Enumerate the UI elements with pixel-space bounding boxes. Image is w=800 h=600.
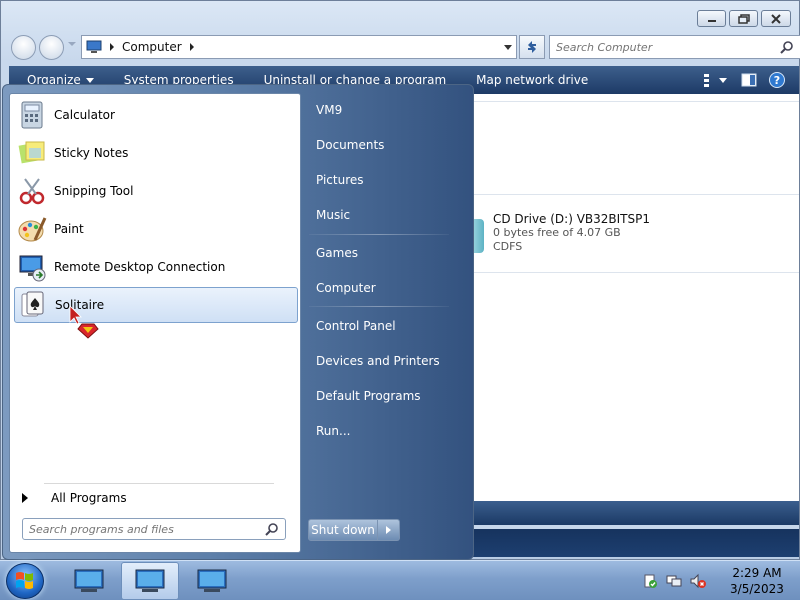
monitor-icon: [197, 569, 227, 592]
start-item-documents[interactable]: Documents: [316, 138, 384, 152]
map-network-drive-button[interactable]: Map network drive: [476, 73, 588, 87]
monitor-icon: [135, 569, 165, 592]
divider: [469, 194, 799, 195]
program-snipping-tool[interactable]: Snipping Tool: [14, 173, 298, 209]
caption-buttons: [697, 10, 791, 27]
divider: [469, 272, 799, 273]
start-item-user[interactable]: VM9: [316, 103, 342, 117]
start-item-devices-printers[interactable]: Devices and Printers: [316, 354, 440, 368]
taskbar-app-1[interactable]: [60, 562, 118, 600]
playing-card-icon: [21, 291, 44, 317]
start-menu: Calculator Sticky Notes Snipping Tool Pa…: [2, 84, 474, 560]
start-item-run[interactable]: Run...: [316, 424, 350, 438]
maximize-icon: [737, 13, 750, 24]
scissors-icon: [19, 178, 45, 205]
minimize-button[interactable]: [697, 10, 726, 27]
search-icon[interactable]: [265, 522, 279, 536]
all-programs-label: All Programs: [51, 491, 127, 505]
start-item-control-panel[interactable]: Control Panel: [316, 319, 396, 333]
program-solitaire[interactable]: Solitaire: [14, 287, 298, 323]
sticky-notes-icon: [18, 141, 45, 164]
action-center-icon[interactable]: [642, 573, 658, 589]
start-search-box[interactable]: [22, 518, 286, 540]
divider: [44, 483, 274, 484]
cd-drive-item[interactable]: CD Drive (D:) VB32BITSP1 0 bytes free of…: [493, 212, 650, 254]
close-button[interactable]: [761, 10, 791, 27]
minimize-icon: [707, 19, 716, 22]
start-item-music[interactable]: Music: [316, 208, 350, 222]
cursor-icon: [69, 305, 99, 339]
volume-muted-icon[interactable]: [690, 573, 706, 589]
address-bar[interactable]: Computer: [81, 35, 517, 59]
refresh-button[interactable]: [519, 35, 545, 59]
shutdown-options-button[interactable]: [378, 519, 400, 541]
divider: [309, 306, 449, 307]
all-programs-button[interactable]: All Programs: [18, 488, 127, 508]
maximize-button[interactable]: [729, 10, 758, 27]
chevron-down-icon: [85, 77, 94, 83]
view-controls: ?: [703, 72, 785, 88]
program-paint[interactable]: Paint: [14, 211, 298, 247]
back-button[interactable]: [11, 35, 36, 60]
program-remote-desktop[interactable]: Remote Desktop Connection: [14, 249, 298, 285]
start-button[interactable]: [6, 563, 44, 599]
palette-icon: [18, 217, 47, 242]
program-label: Snipping Tool: [54, 184, 134, 198]
monitor-icon: [74, 569, 104, 592]
view-options-icon[interactable]: [703, 73, 729, 87]
start-item-computer[interactable]: Computer: [316, 281, 376, 295]
taskbar-app-3[interactable]: [183, 562, 241, 600]
calculator-icon: [21, 101, 43, 129]
search-icon[interactable]: [780, 40, 794, 54]
address-dropdown-icon[interactable]: [504, 45, 512, 50]
recent-pages-dropdown[interactable]: [68, 42, 76, 46]
start-search-input[interactable]: [29, 522, 259, 536]
program-label: Remote Desktop Connection: [54, 260, 226, 274]
program-calculator[interactable]: Calculator: [14, 97, 298, 133]
clock-time: 2:29 AM: [732, 566, 782, 580]
close-icon: [771, 13, 781, 24]
computer-icon: [86, 40, 102, 53]
preview-pane-icon[interactable]: [741, 73, 757, 87]
start-item-default-programs[interactable]: Default Programs: [316, 389, 421, 403]
shutdown-button[interactable]: Shut down: [308, 519, 378, 541]
clock-date: 3/5/2023: [730, 582, 784, 596]
breadcrumb-arrow-icon[interactable]: [110, 43, 114, 51]
drive-filesystem: CDFS: [493, 240, 523, 253]
notification-area: 2:29 AM 3/5/2023: [642, 561, 800, 600]
breadcrumb-computer[interactable]: Computer: [122, 40, 182, 54]
windows-logo-icon: [16, 572, 33, 589]
shutdown-group: Shut down: [308, 519, 400, 541]
forward-button[interactable]: [39, 35, 64, 60]
divider: [469, 101, 799, 102]
program-label: Sticky Notes: [54, 146, 129, 160]
monitor-icon: [19, 255, 46, 282]
search-input[interactable]: [556, 40, 778, 54]
system-clock[interactable]: 2:29 AM 3/5/2023: [722, 565, 792, 597]
drive-name: CD Drive (D:) VB32BITSP1: [493, 212, 651, 226]
divider: [309, 234, 449, 235]
breadcrumb-arrow-icon[interactable]: [189, 43, 194, 51]
start-item-games[interactable]: Games: [316, 246, 358, 260]
start-item-pictures[interactable]: Pictures: [316, 173, 364, 187]
taskbar: 2:29 AM 3/5/2023: [0, 560, 800, 600]
arrow-right-icon: [386, 526, 391, 534]
refresh-icon: [528, 41, 536, 53]
arrow-right-icon: [22, 493, 28, 503]
search-box[interactable]: [549, 35, 800, 59]
help-icon[interactable]: ?: [769, 72, 785, 88]
programs-pane: Calculator Sticky Notes Snipping Tool Pa…: [9, 93, 301, 553]
navigation-bar: Computer: [9, 33, 800, 61]
network-icon[interactable]: [666, 573, 682, 589]
program-label: Calculator: [54, 108, 115, 122]
program-label: Paint: [54, 222, 84, 236]
taskbar-app-2[interactable]: [121, 562, 179, 600]
drive-free-space: 0 bytes free of 4.07 GB: [493, 226, 621, 239]
program-sticky-notes[interactable]: Sticky Notes: [14, 135, 298, 171]
